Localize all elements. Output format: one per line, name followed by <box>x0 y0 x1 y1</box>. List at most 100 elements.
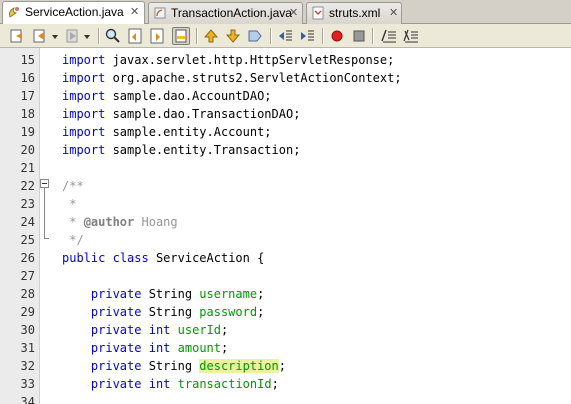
find-selection-icon[interactable] <box>104 27 122 45</box>
code-token: import <box>62 89 106 103</box>
shift-left-icon[interactable] <box>276 27 294 45</box>
code-text: import org.apache.struts2.ServletActionC… <box>62 69 402 87</box>
code-token: import <box>62 125 106 139</box>
code-text: import sample.dao.TransactionDAO; <box>62 105 300 123</box>
code-token: ; <box>221 341 229 355</box>
close-icon[interactable]: ✕ <box>130 2 139 22</box>
line-number: 16 <box>20 71 35 85</box>
toggle-bookmark-icon[interactable] <box>246 27 264 45</box>
tab-label: TransactionAction.java <box>171 6 292 20</box>
code-line[interactable]: 22 /** <box>0 177 571 195</box>
comment-icon[interactable] <box>380 27 398 45</box>
code-line[interactable]: 25 */ <box>0 231 571 249</box>
code-text: private int transactionId; <box>62 375 279 393</box>
toolbar-separator <box>270 28 271 44</box>
code-token: sample.dao.TransactionDAO; <box>105 107 301 121</box>
tab-transaction-action[interactable]: TransactionAction.java ✕ <box>148 2 303 24</box>
back-icon[interactable] <box>32 27 50 45</box>
code-token: /** <box>62 179 84 193</box>
toggle-highlight-icon[interactable] <box>172 27 190 45</box>
code-token: org.apache.struts2.ServletActionContext; <box>105 71 402 85</box>
code-token: private <box>90 377 142 391</box>
line-number: 32 <box>20 359 35 373</box>
close-icon[interactable]: ✕ <box>389 3 398 23</box>
code-token: int <box>148 323 171 337</box>
last-edit-icon[interactable] <box>8 27 26 45</box>
start-macro-icon[interactable] <box>328 27 346 45</box>
code-text: private String password; <box>62 303 264 321</box>
close-icon[interactable]: ✕ <box>289 3 298 23</box>
previous-bookmark-icon[interactable] <box>202 27 220 45</box>
uncomment-icon[interactable] <box>402 27 420 45</box>
code-token: private <box>90 287 142 301</box>
code-token: description <box>199 359 279 373</box>
stop-macro-icon[interactable] <box>350 27 368 45</box>
code-token: ; <box>257 305 265 319</box>
tab-service-action[interactable]: ServiceAction.java ✕ <box>2 1 145 25</box>
code-line[interactable]: 19 import sample.entity.Account; <box>0 123 571 141</box>
line-number: 15 <box>20 53 35 67</box>
tab-struts-xml[interactable]: struts.xml ✕ <box>306 2 402 24</box>
code-line[interactable]: 31 private int amount; <box>0 339 571 357</box>
find-next-icon[interactable] <box>148 27 166 45</box>
editor-toolbar <box>0 24 571 48</box>
forward-icon[interactable] <box>64 27 82 45</box>
next-bookmark-icon[interactable] <box>224 27 242 45</box>
chevron-down-icon[interactable] <box>50 27 60 45</box>
chevron-down-icon[interactable] <box>82 27 92 45</box>
xml-file-icon <box>311 6 325 20</box>
line-number: 25 <box>20 233 35 247</box>
code-editor[interactable]: 15 import javax.servlet.http.HttpServletR… <box>0 48 571 404</box>
code-line[interactable]: 23 * <box>0 195 571 213</box>
code-line[interactable]: 20 import sample.entity.Transaction; <box>0 141 571 159</box>
code-line[interactable]: 16 import org.apache.struts2.ServletActio… <box>0 69 571 87</box>
find-previous-icon[interactable] <box>126 27 144 45</box>
code-token: private <box>90 359 142 373</box>
code-line[interactable]: 32 private String description; <box>0 357 571 375</box>
code-token: sample.entity.Transaction; <box>105 143 301 157</box>
line-number: 29 <box>20 305 35 319</box>
code-line[interactable]: 15 import javax.servlet.http.HttpServletR… <box>0 51 571 69</box>
code-token: ; <box>221 323 229 337</box>
code-line[interactable]: 33 private int transactionId; <box>0 375 571 393</box>
java-file-icon <box>153 6 167 20</box>
code-text: * @author Hoang <box>62 213 178 231</box>
code-line[interactable]: 26 public class ServiceAction { <box>0 249 571 267</box>
code-line[interactable]: 21 <box>0 159 571 177</box>
code-token: ServiceAction { <box>148 251 265 265</box>
code-line[interactable]: 29 private String password; <box>0 303 571 321</box>
toolbar-separator <box>98 28 99 44</box>
code-line[interactable]: 17 import sample.dao.AccountDAO; <box>0 87 571 105</box>
shift-right-icon[interactable] <box>298 27 316 45</box>
editor-tab-bar: ServiceAction.java ✕ TransactionAction.j… <box>0 0 571 25</box>
code-line[interactable]: 18 import sample.dao.TransactionDAO; <box>0 105 571 123</box>
code-line[interactable]: 28 private String username; <box>0 285 571 303</box>
code-token: password <box>199 305 258 319</box>
code-token: public <box>62 251 106 265</box>
code-token: @author <box>83 215 135 229</box>
code-line[interactable]: 27 <box>0 267 571 285</box>
code-token: ; <box>257 287 265 301</box>
line-number: 33 <box>20 377 35 391</box>
code-token: Hoang <box>134 215 178 229</box>
code-line[interactable]: 30 private int userId; <box>0 321 571 339</box>
code-text: */ <box>62 231 83 249</box>
code-text: import sample.dao.AccountDAO; <box>62 87 272 105</box>
line-number: 22 <box>20 179 35 193</box>
code-line[interactable]: 24 * @author Hoang <box>0 213 571 231</box>
tab-label: struts.xml <box>329 6 381 20</box>
line-number: 23 <box>20 197 35 211</box>
tab-label: ServiceAction.java <box>25 5 124 19</box>
code-line[interactable]: 34 <box>0 393 571 404</box>
code-text: public class ServiceAction { <box>62 249 264 267</box>
line-number: 19 <box>20 125 35 139</box>
code-token: private <box>90 341 142 355</box>
code-token: sample.entity.Account; <box>105 125 272 139</box>
java-file-icon <box>7 5 21 19</box>
line-number: 28 <box>20 287 35 301</box>
code-token: String <box>141 287 200 301</box>
